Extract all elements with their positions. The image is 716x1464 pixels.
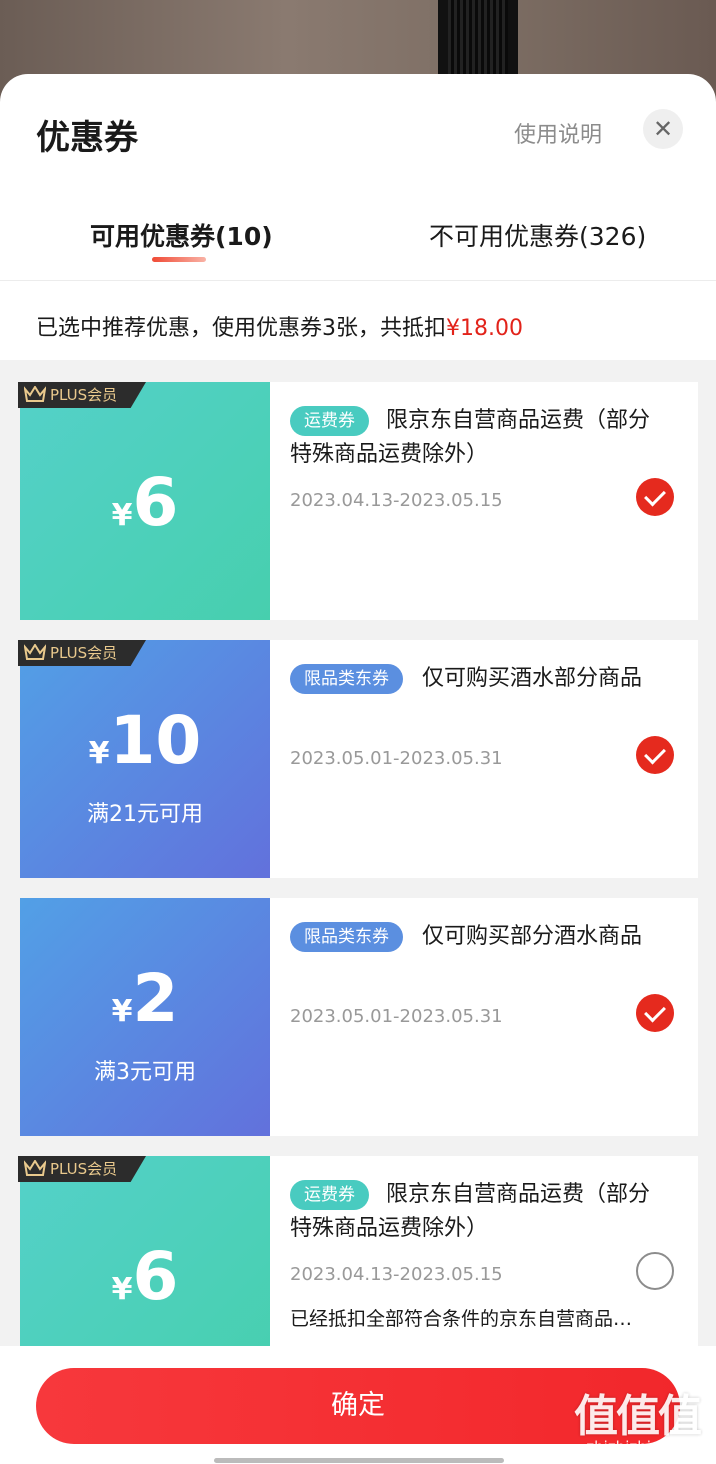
coupon-details: 运费券 限京东自营商品运费（部分特殊商品运费除外） 2023.04.13-202…: [270, 382, 698, 620]
summary-amount: ¥18.00: [446, 316, 523, 341]
usage-instructions-link[interactable]: 使用说明: [514, 117, 602, 149]
coupon-list: PLUS会员 ¥6 运费券 限京东自营商品运费（部分特殊商品运费除外） 2023…: [0, 360, 716, 1394]
home-indicator[interactable]: [214, 1458, 504, 1463]
coupon-card[interactable]: PLUS会员 ¥10 满21元可用 限品类东券 仅可购买酒水部分商品 2023.…: [16, 640, 698, 878]
active-tab-indicator: [152, 257, 206, 262]
coupon-value-panel: PLUS会员 ¥10 满21元可用: [16, 640, 270, 878]
coupon-description: 限京东自营商品运费（部分特殊商品运费除外）: [290, 408, 651, 467]
coupon-card[interactable]: ¥2 满3元可用 限品类东券 仅可购买部分酒水商品 2023.05.01-202…: [16, 898, 698, 1136]
tab-unavailable[interactable]: 不可用优惠券(326): [429, 217, 646, 253]
coupon-card[interactable]: PLUS会员 ¥6 运费券 限京东自营商品运费（部分特殊商品运费除外） 2023…: [16, 382, 698, 620]
crown-icon: [24, 386, 46, 402]
currency-symbol: ¥: [111, 994, 133, 1029]
coupon-checkbox-checked[interactable]: [636, 478, 674, 516]
coupon-sheet: 优惠券 使用说明 ✕ 可用优惠券(10) 不可用优惠券(326) 已选中推荐优惠…: [0, 74, 716, 1464]
selection-summary: 已选中推荐优惠，使用优惠券3张，共抵扣¥18.00: [36, 310, 523, 342]
coupon-checkbox-unchecked[interactable]: [636, 1252, 674, 1290]
coupon-value: 6: [132, 1238, 179, 1315]
coupon-description: 仅可购买酒水部分商品: [422, 666, 643, 691]
coupon-condition: 满21元可用: [87, 802, 203, 827]
divider: [0, 280, 716, 281]
coupon-description: 限京东自营商品运费（部分特殊商品运费除外）: [290, 1182, 651, 1241]
coupon-amount: ¥10: [20, 702, 270, 779]
coupon-details: 限品类东券 仅可购买酒水部分商品 2023.05.01-2023.05.31: [270, 640, 698, 878]
sheet-title: 优惠券: [36, 118, 138, 158]
currency-symbol: ¥: [111, 498, 133, 533]
coupon-details: 限品类东券 仅可购买部分酒水商品 2023.05.01-2023.05.31: [270, 898, 698, 1136]
plus-member-badge: PLUS会员: [18, 382, 146, 408]
crown-icon: [24, 644, 46, 660]
coupon-value-panel: PLUS会员 ¥6: [16, 382, 270, 620]
coupon-validity-date: 2023.05.01-2023.05.31: [290, 748, 503, 769]
coupon-value: 6: [132, 464, 179, 541]
coupon-value-panel: ¥2 满3元可用: [16, 898, 270, 1136]
plus-member-badge: PLUS会员: [18, 1156, 146, 1182]
coupon-condition: 满3元可用: [94, 1060, 196, 1085]
coupon-value: 2: [132, 960, 179, 1037]
coupon-checkbox-checked[interactable]: [636, 736, 674, 774]
coupon-amount: ¥6: [20, 1238, 270, 1315]
coupon-checkbox-checked[interactable]: [636, 994, 674, 1032]
product-bottle-image: [438, 0, 518, 80]
watermark-url: zhizhizhi.com: [586, 1438, 688, 1456]
currency-symbol: ¥: [111, 1272, 133, 1307]
coupon-validity-date: 2023.04.13-2023.05.15: [290, 1264, 503, 1285]
coupon-amount: ¥6: [20, 464, 270, 541]
site-watermark: 值值值 zhizhizhi.com: [562, 1380, 712, 1456]
tab-available[interactable]: 可用优惠券(10): [90, 217, 273, 253]
plus-badge-label: PLUS会员: [50, 386, 118, 404]
coupon-note: 已经抵扣全部符合条件的京东自营商品…: [290, 1308, 633, 1330]
watermark-logo: 值值值: [574, 1391, 702, 1442]
plus-badge-label: PLUS会员: [50, 644, 118, 662]
summary-text: 已选中推荐优惠，使用优惠券3张，共抵扣: [36, 316, 446, 341]
currency-symbol: ¥: [88, 736, 110, 771]
plus-badge-label: PLUS会员: [50, 1160, 118, 1178]
coupon-validity-date: 2023.05.01-2023.05.31: [290, 1006, 503, 1027]
crown-icon: [24, 1160, 46, 1176]
coupon-amount: ¥2: [20, 960, 270, 1037]
coupon-value: 10: [109, 702, 202, 779]
coupon-description: 仅可购买部分酒水商品: [422, 924, 643, 949]
coupon-validity-date: 2023.04.13-2023.05.15: [290, 490, 503, 511]
plus-member-badge: PLUS会员: [18, 640, 146, 666]
close-icon[interactable]: ✕: [643, 109, 683, 149]
